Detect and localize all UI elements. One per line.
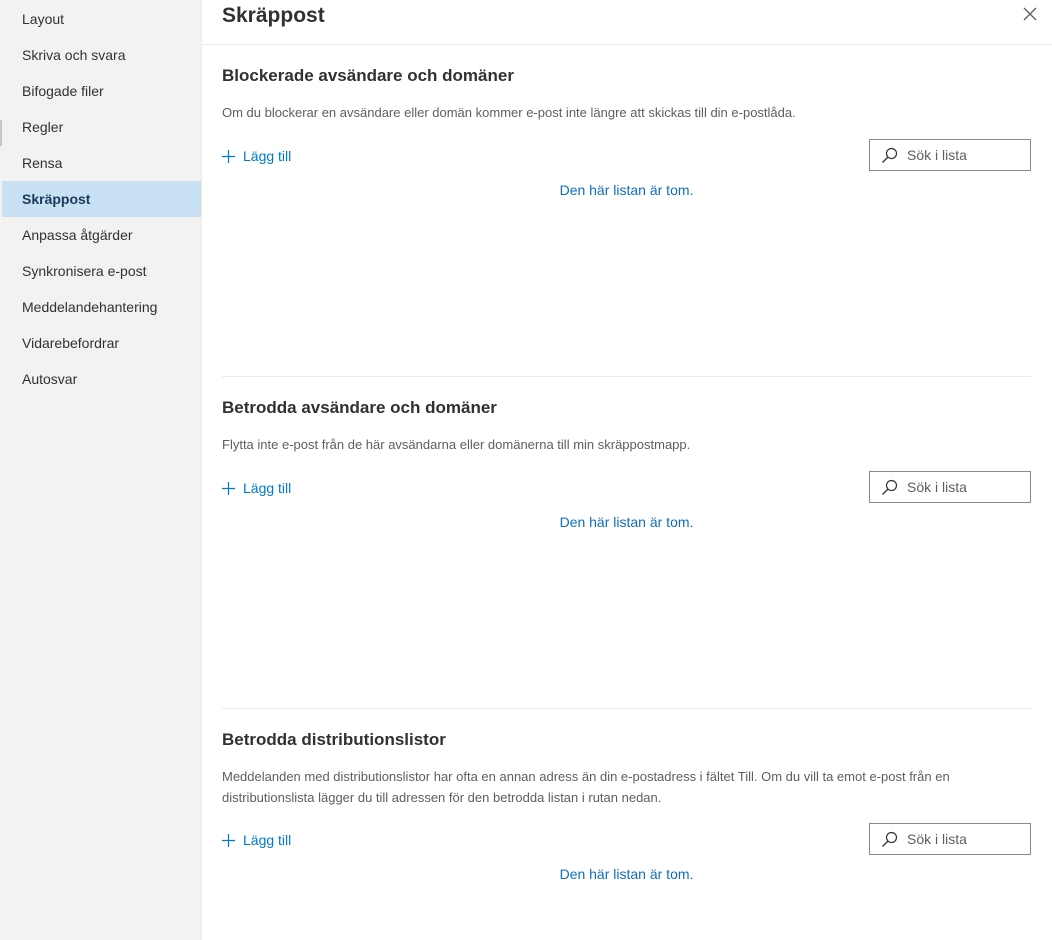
junk-email-settings-pane: Skräppost Blockerade avsändare och domän… xyxy=(202,0,1052,940)
distribution-lists-search-box[interactable] xyxy=(869,823,1031,855)
trusted-senders-search-box[interactable] xyxy=(869,471,1031,503)
add-button-label: Lägg till xyxy=(243,480,292,496)
section-description: Flytta inte e-post från de här avsändarn… xyxy=(222,437,691,452)
section-title: Betrodda avsändare och domäner xyxy=(222,398,497,417)
add-blocked-sender-button[interactable]: Lägg till xyxy=(222,146,291,166)
sidebar-item-layout[interactable]: Layout xyxy=(2,1,201,37)
sidebar-item-rules[interactable]: Regler xyxy=(2,109,201,145)
empty-list-message: Den här listan är tom. xyxy=(559,866,694,882)
section-divider xyxy=(222,708,1031,709)
blocked-senders-search-box[interactable] xyxy=(869,139,1031,171)
add-trusted-sender-button[interactable]: Lägg till xyxy=(222,478,291,498)
add-button-label: Lägg till xyxy=(243,148,292,164)
add-button-label: Lägg till xyxy=(243,832,292,848)
sidebar-item-message-handling[interactable]: Meddelandehantering xyxy=(2,289,201,325)
close-button[interactable] xyxy=(1020,4,1040,24)
empty-list-message: Den här listan är tom. xyxy=(559,182,694,198)
plus-icon xyxy=(222,149,235,163)
search-input[interactable] xyxy=(907,479,1027,495)
sidebar-item-sweep[interactable]: Rensa xyxy=(2,145,201,181)
empty-list-message: Den här listan är tom. xyxy=(559,514,694,530)
plus-icon xyxy=(222,481,235,495)
sidebar-item-compose-reply[interactable]: Skriva och svara xyxy=(2,37,201,73)
plus-icon xyxy=(222,833,235,847)
add-distribution-list-button[interactable]: Lägg till xyxy=(222,830,291,850)
section-title: Betrodda distributionslistor xyxy=(222,730,446,749)
search-icon xyxy=(882,147,898,163)
sidebar-item-automatic-replies[interactable]: Autosvar xyxy=(2,361,201,397)
sidebar-item-junk-email[interactable]: Skräppost xyxy=(2,181,201,217)
search-input[interactable] xyxy=(907,831,1027,847)
sidebar-item-customize-actions[interactable]: Anpassa åtgärder xyxy=(2,217,201,253)
search-icon xyxy=(882,479,898,495)
close-icon xyxy=(1023,7,1037,21)
sidebar-item-forwarding[interactable]: Vidarebefordrar xyxy=(2,325,201,361)
search-input[interactable] xyxy=(907,147,1027,163)
page-title: Skräppost xyxy=(222,4,325,27)
sidebar-item-sync-email[interactable]: Synkronisera e-post xyxy=(2,253,201,289)
section-divider xyxy=(222,376,1031,377)
settings-sidebar: Layout Skriva och svara Bifogade filer R… xyxy=(0,0,202,940)
search-icon xyxy=(882,831,898,847)
section-title: Blockerade avsändare och domäner xyxy=(222,66,514,85)
title-divider xyxy=(202,44,1052,45)
section-description: Om du blockerar en avsändare eller domän… xyxy=(222,105,796,120)
section-description: Meddelanden med distributionslistor har … xyxy=(222,769,950,805)
sidebar-item-attachments[interactable]: Bifogade filer xyxy=(2,73,201,109)
